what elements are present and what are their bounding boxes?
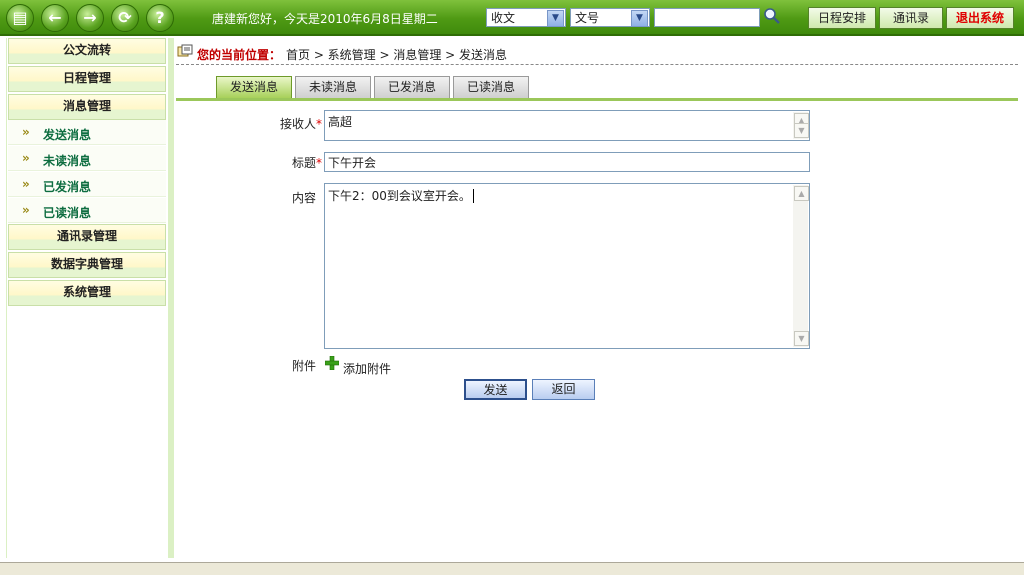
scroll-up-icon[interactable]: ▲ [794,186,809,201]
add-attachment-link[interactable]: 添加附件 [343,360,391,377]
field-select[interactable]: 文号 ▼ [570,8,650,27]
exit-button[interactable]: 退出系统 [946,7,1014,29]
required-mark: * [316,117,322,131]
sidebar-item-read-messages[interactable]: » 已读消息 [8,198,166,223]
field-select-value: 文号 [575,11,600,25]
category-select[interactable]: 收文 ▼ [486,8,566,27]
sidebar-group-data-dictionary[interactable]: 数据字典管理 [8,252,166,278]
tab-underline [176,98,1018,101]
search-icon[interactable] [763,7,781,25]
chevron-right-icon: » [22,151,30,165]
top-bar: ▤ ← → ⟳ ? 唐建新您好，今天是2010年6月8日星期二 收文 ▼ 文号 … [0,0,1024,36]
tab-unread-messages[interactable]: 未读消息 [295,76,371,98]
tab-sent-messages[interactable]: 已发消息 [374,76,450,98]
chevron-right-icon: » [22,203,30,217]
sidebar-group-system[interactable]: 系统管理 [8,280,166,306]
scroll-down-icon[interactable]: ▼ [794,331,809,346]
title-label: 标题* [260,154,322,171]
document-icon[interactable]: ▤ [6,4,34,32]
send-button[interactable]: 发送 [464,379,527,400]
recipient-label: 接收人* [260,115,322,132]
plus-icon[interactable] [325,356,339,370]
content-textarea[interactable]: 下午2：00到会议室开会。 ▲ ▼ [324,183,810,349]
back-button[interactable]: 返回 [532,379,595,400]
contacts-button[interactable]: 通讯录 [879,7,943,29]
scrollbar[interactable]: ▲ ▼ [793,185,809,347]
forward-icon[interactable]: → [76,4,104,32]
chevron-down-icon[interactable]: ▼ [631,10,648,27]
required-mark: * [316,156,322,170]
sidebar-group-messages[interactable]: 消息管理 [8,94,166,120]
sidebar-item-label: 发送消息 [43,128,92,142]
recipient-field[interactable]: 高超 ▲ ▼ [324,110,810,141]
greeting-text: 唐建新您好，今天是2010年6月8日星期二 [212,12,438,26]
tab-read-messages[interactable]: 已读消息 [453,76,529,98]
sidebar-item-label: 已读消息 [43,206,92,220]
location-icon [177,44,193,57]
chevron-right-icon: » [22,125,30,139]
scrollbar[interactable]: ▲ ▼ [793,112,809,139]
breadcrumb: 您的当前位置： 首页 > 系统管理 > 消息管理 > 发送消息 [176,44,1018,65]
search-input[interactable] [654,8,760,27]
sidebar-item-label: 已发消息 [43,180,92,194]
help-icon[interactable]: ? [146,4,174,32]
sidebar-group-schedule[interactable]: 日程管理 [8,66,166,92]
breadcrumb-lead: 您的当前位置： [197,48,282,62]
sidebar-item-unread-messages[interactable]: » 未读消息 [8,146,166,171]
content-value: 下午2：00到会议室开会。 [328,189,471,203]
recipient-label-text: 接收人 [279,117,316,131]
recipient-value: 高超 [328,115,353,129]
title-field[interactable]: 下午开会 [324,152,810,172]
content-label: 内容 [291,191,316,205]
sidebar-group-document-flow[interactable]: 公文流转 [8,38,166,64]
title-label-text: 标题 [291,156,316,170]
sidebar-item-sent-messages[interactable]: » 已发消息 [8,172,166,197]
sidebar-item-label: 未读消息 [43,154,92,168]
scroll-down-icon[interactable]: ▼ [794,123,809,138]
breadcrumb-path: 首页 > 系统管理 > 消息管理 > 发送消息 [286,48,508,62]
text-cursor [472,189,474,203]
chevron-right-icon: » [22,177,30,191]
schedule-button[interactable]: 日程安排 [808,7,876,29]
category-select-value: 收文 [491,11,516,25]
chevron-down-icon[interactable]: ▼ [547,10,564,27]
sidebar-item-send-message[interactable]: » 发送消息 [8,120,166,145]
status-bar [0,562,1024,575]
tab-send-message[interactable]: 发送消息 [216,76,292,98]
attachment-label: 附件 [291,359,316,373]
back-icon[interactable]: ← [41,4,69,32]
refresh-icon[interactable]: ⟳ [111,4,139,32]
sidebar-group-contacts[interactable]: 通讯录管理 [8,224,166,250]
sidebar: 公文流转 日程管理 消息管理 » 发送消息 » 未读消息 » 已发消息 » 已读… [6,38,172,558]
